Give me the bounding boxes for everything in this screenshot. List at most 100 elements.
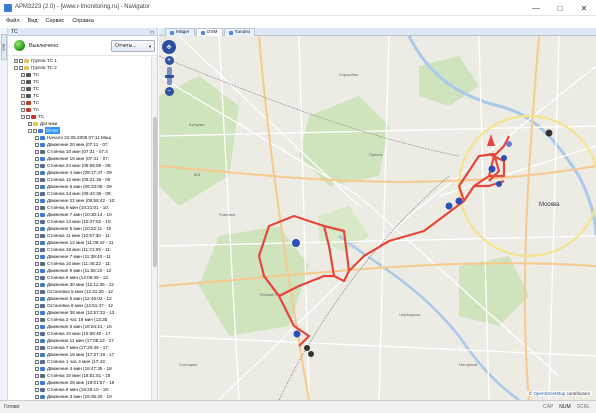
menu-file[interactable]: Файл	[6, 18, 20, 24]
tree-row[interactable]: Стоянка 24 мин (08:55:56 - 09:	[35, 162, 112, 169]
tree-checkbox[interactable]	[35, 149, 39, 154]
tree-row[interactable]: Остановка 6 мин (12:51:47 - 12	[35, 302, 113, 309]
tree-checkbox[interactable]	[33, 128, 37, 133]
tree-checkbox[interactable]	[21, 100, 25, 105]
tree-checkbox[interactable]	[35, 233, 39, 238]
tree-checkbox[interactable]	[26, 114, 30, 119]
menu-help[interactable]: Справка	[72, 18, 94, 24]
tree-checkbox[interactable]	[35, 156, 39, 161]
tree-row[interactable]: Стоянка 14 мин (10:37:52 - 10:	[35, 218, 112, 225]
tree-row[interactable]: Движение 26 мин (19:01:57 - 19	[35, 379, 114, 386]
tree-row[interactable]: Стоянка 9 мин (10:21:01 - 10:	[35, 204, 109, 211]
tree-checkbox[interactable]	[35, 191, 39, 196]
tree-checkbox[interactable]	[35, 212, 39, 217]
tree-row[interactable]: Движение 4 мин (09:17:47 - 09	[35, 169, 112, 176]
map-tab-yandex[interactable]: Yandex	[223, 28, 256, 36]
tree-row[interactable]: Стоянка 7 мин (17:20:46 - 17:	[35, 344, 109, 351]
tree-row[interactable]: Стоянка 3 час 19 мин (13:35:	[35, 316, 108, 323]
map-tab-mäger[interactable]: Mäger	[165, 28, 195, 36]
map-tab-osm[interactable]: OSM	[195, 28, 223, 36]
zoom-in-button[interactable]: +	[164, 56, 174, 65]
scrollbar-thumb[interactable]	[153, 117, 157, 267]
tree-checkbox[interactable]	[35, 205, 39, 210]
tree-checkbox[interactable]	[19, 58, 23, 63]
maximize-button[interactable]: □	[548, 0, 572, 16]
tree-row[interactable]: Движение 22 мин (09:58:42 - 10:	[35, 197, 115, 204]
tree-checkbox[interactable]	[35, 184, 39, 189]
tree-checkbox[interactable]	[35, 282, 39, 287]
tree-row[interactable]: ТС	[21, 85, 39, 92]
tree-checkbox[interactable]	[21, 79, 25, 84]
pan-icon[interactable]: ✥	[162, 40, 176, 54]
tree-row[interactable]: ТС	[21, 71, 39, 78]
tree-checkbox[interactable]	[35, 359, 39, 364]
tree-checkbox[interactable]	[35, 345, 39, 350]
tree-checkbox[interactable]	[19, 65, 23, 70]
tree-checkbox[interactable]	[35, 226, 39, 231]
status-indicator-icon[interactable]	[14, 40, 25, 51]
tree-checkbox[interactable]	[35, 219, 39, 224]
tree-checkbox[interactable]	[35, 142, 39, 147]
menu-service[interactable]: Сервис	[45, 18, 64, 24]
tree-row[interactable]: Движение 15 мин (07:41 - 07:	[35, 155, 109, 162]
tree-row[interactable]: Стоянка 10 мин (16:59:40 - 17	[35, 330, 110, 337]
tree-row[interactable]: Движение 16 мин (17:27:18 - 17	[35, 351, 114, 358]
tree-checkbox[interactable]	[35, 135, 39, 140]
tree-checkbox[interactable]	[35, 380, 39, 385]
tree-row[interactable]: Движение 11 мин (17:09:13 - 17	[35, 337, 114, 344]
tree-row[interactable]: Стоянка 18 мин (11:21:05 - 11:	[35, 246, 111, 253]
tree-row[interactable]: ТС	[21, 92, 39, 99]
tree-row[interactable]: Движение 12 мин (11:08:42 - 11	[35, 239, 114, 246]
tree-checkbox[interactable]	[21, 93, 25, 98]
tree-row[interactable]: Движение 3 мин (19:36:20 - 19	[35, 393, 112, 400]
tree-row[interactable]: Стоянка 10 мин (18:51:51 - 19	[35, 372, 110, 379]
tree-checkbox[interactable]	[35, 373, 39, 378]
tree-checkbox[interactable]	[35, 247, 39, 252]
tree-checkbox[interactable]	[35, 338, 39, 343]
close-button[interactable]: ✕	[572, 0, 596, 16]
tree-row[interactable]: Движение 30 мин (12:11:35 - 12	[35, 281, 114, 288]
tree-row[interactable]: Стоянка 10 мин (07:31 - 07:4	[35, 148, 108, 155]
tree-checkbox[interactable]	[21, 72, 25, 77]
tree-checkbox[interactable]	[35, 261, 39, 266]
tree-checkbox[interactable]	[35, 331, 39, 336]
tree-row[interactable]: Начало 22.05.2008 07:11 Маш	[35, 134, 111, 141]
tree-checkbox[interactable]	[35, 289, 39, 294]
rail-tab-all[interactable]: Все	[1, 34, 7, 60]
expand-toggle-icon[interactable]: -	[21, 114, 25, 119]
tree-checkbox[interactable]	[35, 310, 39, 315]
tree-row[interactable]: - ТС	[21, 113, 44, 120]
tree-checkbox[interactable]	[35, 366, 39, 371]
tree-checkbox[interactable]	[35, 240, 39, 245]
tree-row[interactable]: - Отчет	[28, 127, 60, 134]
tree-row[interactable]: Движение 9 мин (11:56:10 - 12	[35, 267, 111, 274]
expand-toggle-icon[interactable]: +	[14, 58, 18, 63]
tree-checkbox[interactable]	[35, 317, 39, 322]
tree-row[interactable]: Стоянка 12 мин (09:21:36 - 09	[35, 176, 110, 183]
tree-row[interactable]: Движение 5 мин (12:46:02 - 12	[35, 295, 112, 302]
tree-row[interactable]: Датчики	[28, 120, 57, 127]
tree-row[interactable]: Стоянка 11 мин (10:57:30 - 11:	[35, 232, 111, 239]
map-canvas[interactable]: КунцевоХорошёвоПресня Тёплый СтанЧерёмуш…	[159, 36, 596, 400]
expand-toggle-icon[interactable]: -	[28, 128, 32, 133]
tree-row[interactable]: Движение 5 мин (16:54:21 - 16	[35, 323, 112, 330]
tree-checkbox[interactable]	[35, 198, 39, 203]
tree-row[interactable]: ТС	[21, 78, 39, 85]
tree-row[interactable]: Движение 4 мин (18:47:35 - 18	[35, 365, 112, 372]
tree-row[interactable]: Движение 38 мин (12:57:33 - 13	[35, 309, 114, 316]
tree-row[interactable]: Движение 7 мин (11:39:40 - 11	[35, 253, 111, 260]
tree-checkbox[interactable]	[35, 163, 39, 168]
tree-scrollbar[interactable]	[151, 57, 157, 400]
tree-row[interactable]: + Группа ТС 1	[14, 57, 57, 64]
tree-row[interactable]: - Группа ТС 2	[14, 64, 57, 71]
tree-row[interactable]: Остановка 5 мин (12:41:20 - 12	[35, 288, 113, 295]
tree-checkbox[interactable]	[35, 324, 39, 329]
tree-checkbox[interactable]	[35, 170, 39, 175]
zoom-slider-knob[interactable]	[164, 75, 174, 78]
tree-checkbox[interactable]	[35, 275, 39, 280]
tree-checkbox[interactable]	[21, 86, 25, 91]
zoom-out-button[interactable]: −	[164, 87, 174, 96]
tree-row[interactable]: Движение 20 мин (07:11 - 07:	[35, 141, 109, 148]
tree-checkbox[interactable]	[35, 177, 39, 182]
reports-button[interactable]: Отчеты... ▼	[111, 40, 155, 52]
